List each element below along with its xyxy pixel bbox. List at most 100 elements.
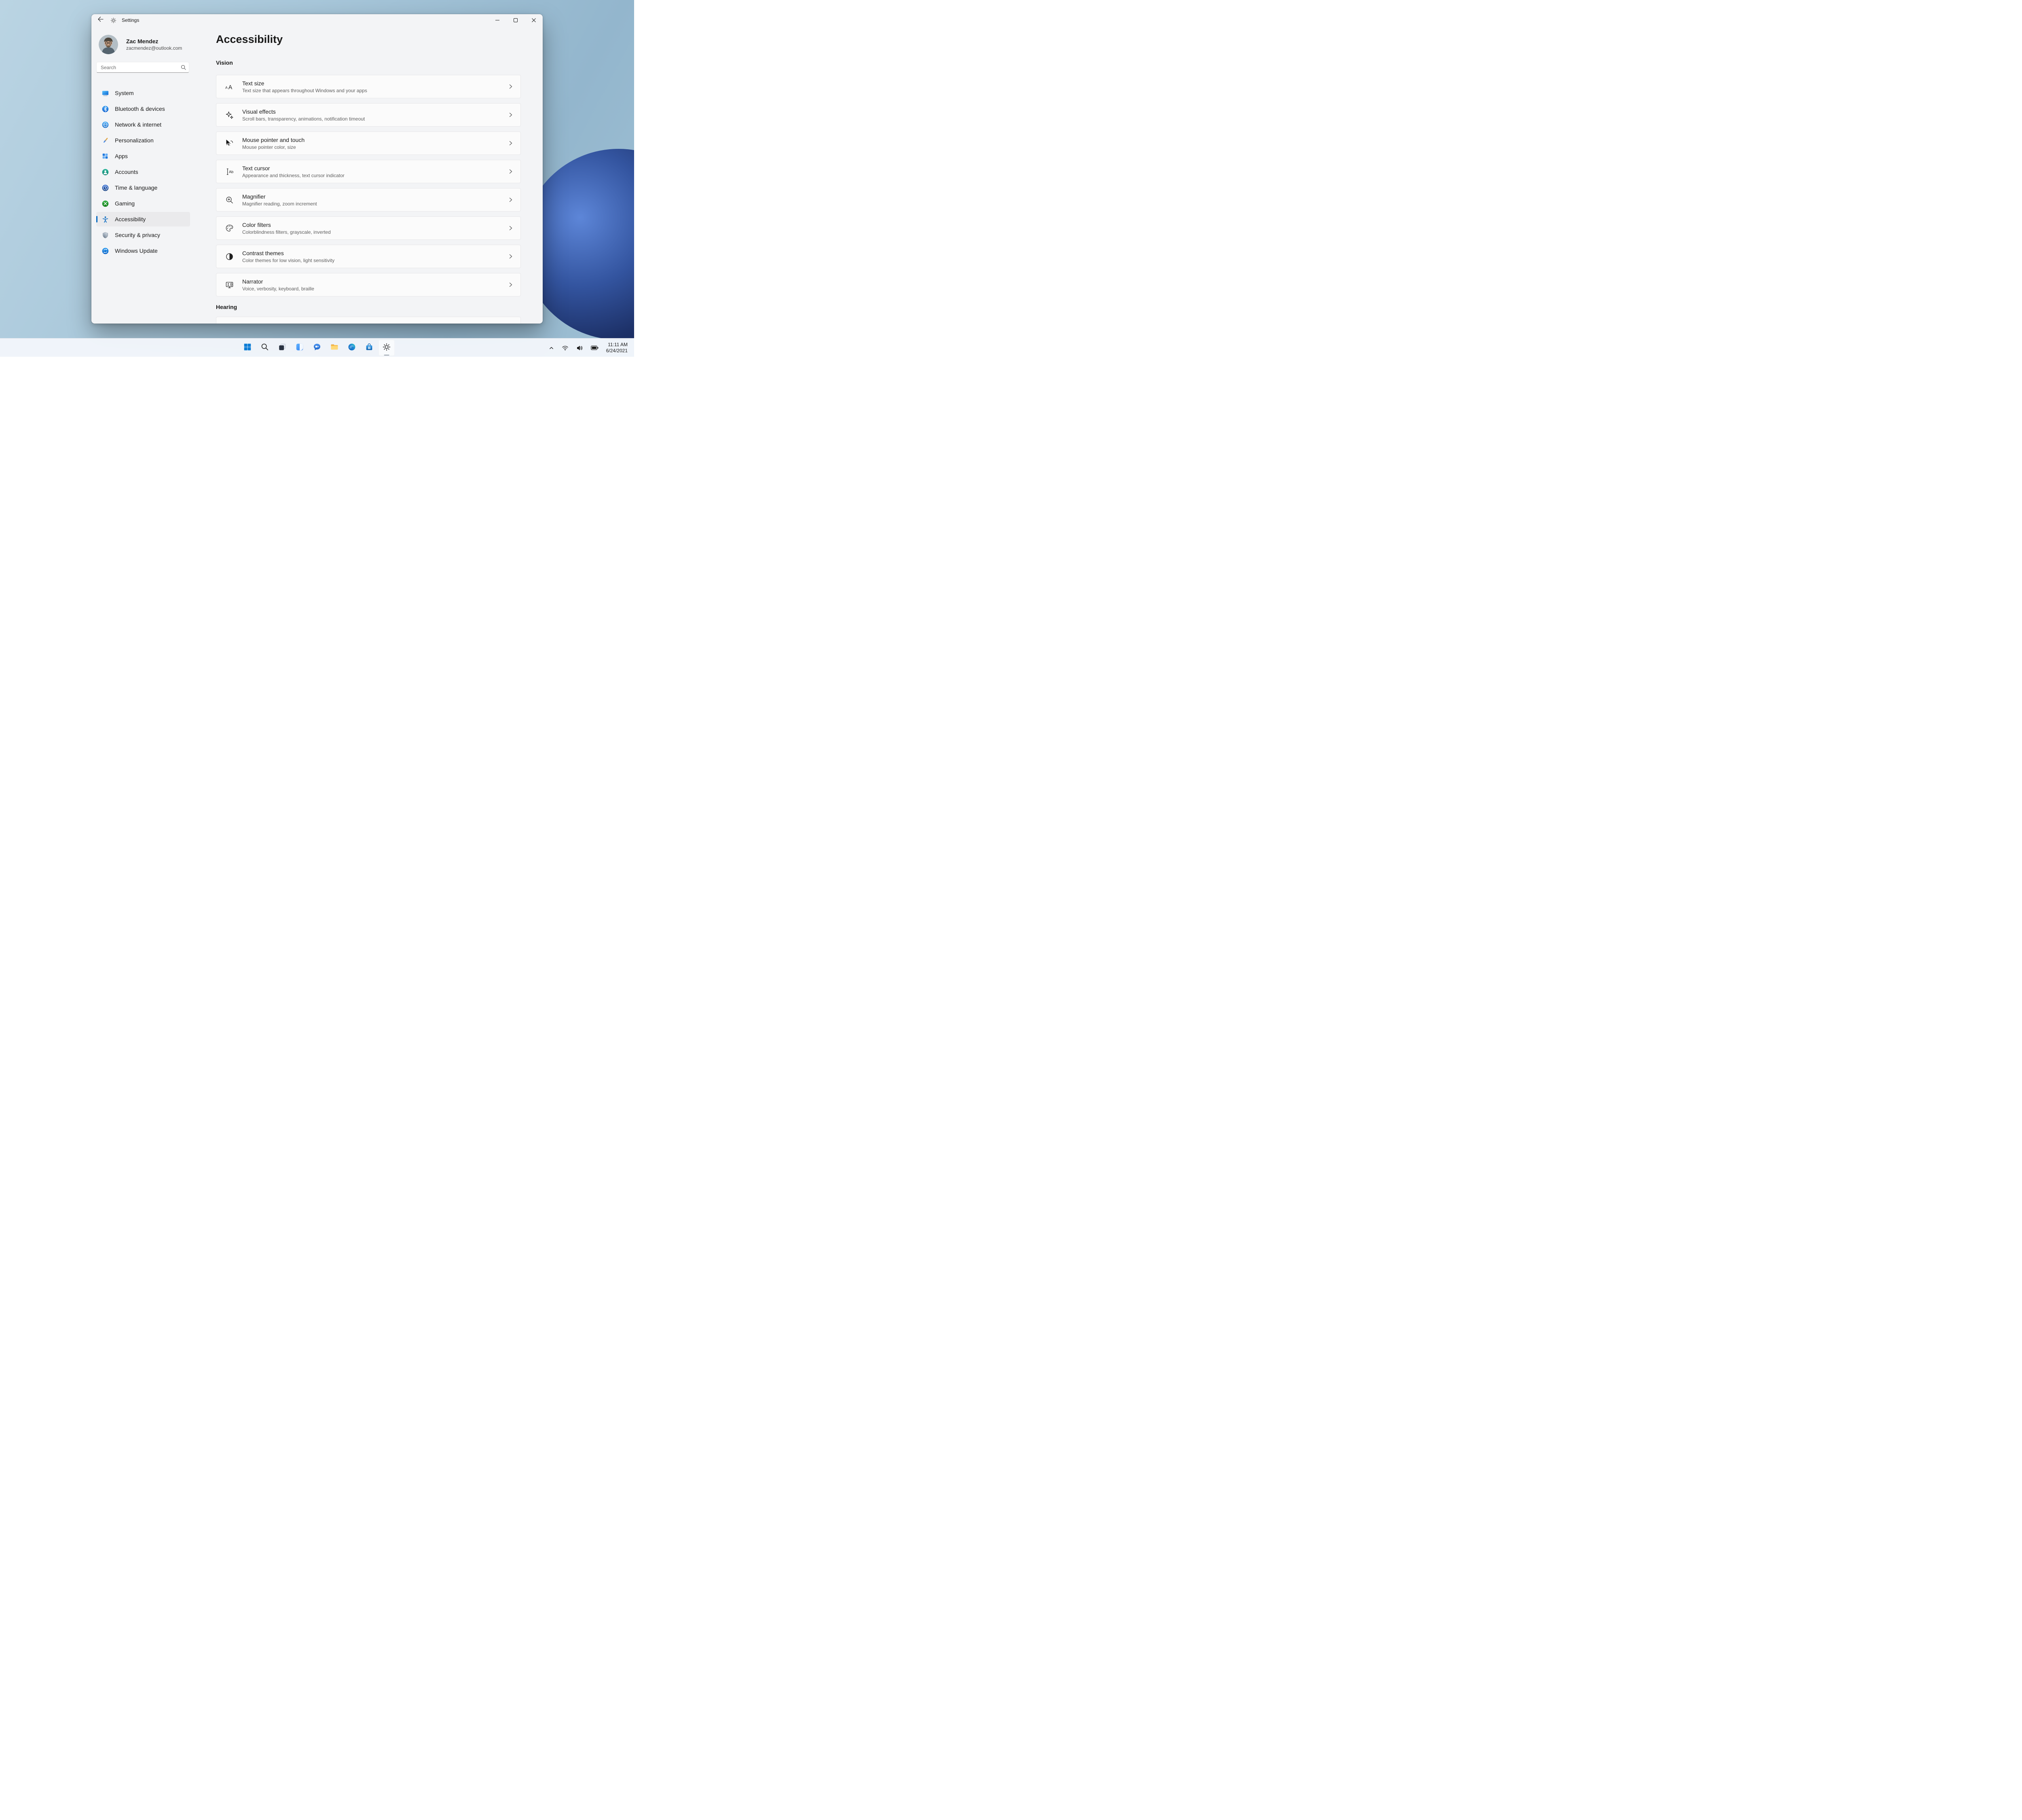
search-box	[96, 62, 189, 73]
section-label-vision: Vision	[216, 59, 233, 66]
window-title: Settings	[122, 17, 140, 23]
color-filters-icon	[216, 224, 242, 233]
sidebar-item-label: Personalization	[115, 137, 154, 144]
sidebar-item-system[interactable]: System	[96, 86, 190, 100]
user-email: zacmendez@outlook.com	[126, 45, 182, 51]
sidebar-nav: System Bluetooth & devices Network & int…	[96, 86, 190, 259]
settings-card-visual-effects[interactable]: Visual effects Scroll bars, transparency…	[216, 103, 521, 127]
taskbar-button-search[interactable]	[257, 340, 273, 356]
widgets-icon	[295, 343, 304, 353]
sidebar-item-accounts[interactable]: Accounts	[96, 165, 190, 179]
taskbar-clock[interactable]: 11:11 AM 6/24/2021	[605, 341, 629, 355]
titlebar: Settings	[91, 14, 543, 26]
settings-app-gear-icon	[110, 17, 116, 23]
settings-card-contrast-themes[interactable]: Contrast themes Color themes for low vis…	[216, 245, 521, 268]
sidebar-item-bluetooth-devices[interactable]: Bluetooth & devices	[96, 102, 190, 116]
taskbar-button-edge[interactable]	[344, 340, 360, 356]
search-icon	[260, 343, 269, 353]
network-icon	[101, 121, 109, 129]
close-button[interactable]	[525, 14, 543, 26]
card-title: Magnifier	[242, 193, 266, 200]
taskbar-button-settings[interactable]	[379, 340, 395, 356]
card-description: Color themes for low vision, light sensi…	[242, 257, 335, 263]
sidebar-item-apps[interactable]: Apps	[96, 149, 190, 163]
settings-card-text-size[interactable]: AA Text size Text size that appears thro…	[216, 75, 521, 98]
maximize-button[interactable]	[506, 14, 525, 26]
contrast-themes-icon	[216, 252, 242, 261]
minimize-icon	[495, 18, 499, 22]
sidebar-item-label: Windows Update	[115, 248, 158, 254]
accessibility-icon	[101, 215, 109, 223]
sidebar-item-gaming[interactable]: Gaming	[96, 196, 190, 211]
card-title: Visual effects	[242, 108, 276, 115]
settings-card-narrator[interactable]: Narrator Voice, verbosity, keyboard, bra…	[216, 273, 521, 296]
card-description: Scroll bars, transparency, animations, n…	[242, 116, 365, 122]
user-name: Zac Mendez	[126, 38, 159, 44]
store-icon	[365, 343, 374, 353]
main-content: Accessibility Vision AA Text size Text s…	[216, 26, 543, 324]
user-profile[interactable]: Zac Mendez zacmendez@outlook.com	[99, 35, 182, 54]
taskbar-button-file-explorer[interactable]	[326, 340, 343, 356]
taskbar-button-task-view[interactable]	[274, 340, 290, 356]
settings-card-text-cursor[interactable]: Ab Text cursor Appearance and thickness,…	[216, 160, 521, 183]
wifi-button[interactable]	[560, 343, 570, 353]
sidebar-item-accessibility[interactable]: Accessibility	[96, 212, 190, 226]
chat-icon	[313, 343, 321, 353]
sidebar-item-windows-update[interactable]: Windows Update	[96, 243, 190, 258]
tray-overflow-button[interactable]	[547, 344, 556, 352]
card-title: Color filters	[242, 221, 271, 228]
chevron-right-icon	[508, 226, 513, 231]
sidebar-item-label: Network & internet	[115, 121, 162, 128]
volume-button[interactable]	[575, 343, 585, 353]
chevron-up-icon	[549, 347, 553, 349]
sidebar-item-label: Accounts	[115, 169, 138, 175]
selection-indicator	[96, 216, 97, 222]
settings-gear-icon	[382, 343, 391, 353]
svg-text:Ab: Ab	[229, 169, 233, 174]
svg-text:A: A	[225, 85, 227, 89]
sidebar-item-network-internet[interactable]: Network & internet	[96, 117, 190, 132]
card-title: Mouse pointer and touch	[242, 136, 305, 143]
sidebar-item-label: Apps	[115, 153, 128, 159]
bluetooth-icon	[101, 105, 109, 113]
card-title: Text cursor	[242, 165, 270, 171]
taskbar-button-widgets[interactable]	[292, 340, 308, 356]
windows-update-icon	[101, 247, 109, 255]
task-view-icon	[278, 343, 287, 353]
sidebar-item-label: Gaming	[115, 200, 135, 207]
close-icon	[531, 18, 536, 22]
sidebar-item-label: Accessibility	[115, 216, 146, 222]
apps-icon	[101, 152, 109, 160]
search-input[interactable]	[96, 62, 189, 73]
sidebar-item-label: Time & language	[115, 184, 158, 191]
sidebar-item-time-language[interactable]: Time & language	[96, 180, 190, 195]
system-icon	[101, 89, 109, 97]
sidebar-item-personalization[interactable]: Personalization	[96, 133, 190, 148]
section-label-hearing: Hearing	[216, 304, 237, 310]
sidebar-item-label: System	[115, 90, 134, 96]
sidebar-item-security-privacy[interactable]: Security & privacy	[96, 228, 190, 242]
clock-time: 11:11 AM	[608, 342, 628, 347]
text-size-icon: AA	[216, 82, 242, 91]
settings-card-mouse-pointer-touch[interactable]: Mouse pointer and touch Mouse pointer co…	[216, 131, 521, 155]
hearing-card-partial[interactable]	[216, 317, 521, 324]
minimize-button[interactable]	[488, 14, 506, 26]
taskbar-button-start[interactable]	[239, 340, 256, 356]
avatar	[99, 35, 118, 54]
card-description: Text size that appears throughout Window…	[242, 87, 367, 93]
start-icon	[243, 343, 252, 353]
chevron-right-icon	[508, 282, 513, 287]
taskbar-button-store[interactable]	[361, 340, 377, 356]
chevron-right-icon	[508, 141, 513, 146]
sidebar-item-label: Bluetooth & devices	[115, 106, 165, 112]
gaming-icon	[101, 199, 109, 207]
personalization-icon	[101, 136, 109, 144]
back-arrow-icon	[97, 17, 104, 24]
system-tray: 11:11 AM 6/24/2021	[547, 339, 629, 357]
battery-button[interactable]	[589, 344, 600, 352]
settings-card-color-filters[interactable]: Color filters Colorblindness filters, gr…	[216, 216, 521, 240]
back-button[interactable]	[94, 15, 106, 25]
vision-settings-list: AA Text size Text size that appears thro…	[216, 75, 521, 301]
taskbar-button-chat[interactable]	[309, 340, 325, 356]
settings-card-magnifier[interactable]: Magnifier Magnifier reading, zoom increm…	[216, 188, 521, 212]
